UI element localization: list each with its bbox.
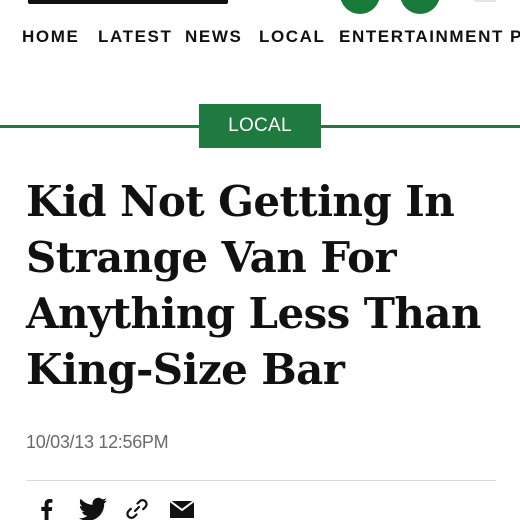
nav-item-home[interactable]: HOME [22, 27, 79, 47]
facebook-icon[interactable] [34, 496, 60, 520]
site-logo[interactable] [28, 0, 228, 4]
menu-icon[interactable] [474, 0, 496, 2]
nav-item-latest[interactable]: LATEST [98, 27, 172, 47]
headline-line: Strange Van For [26, 233, 397, 282]
nav-item-local[interactable]: LOCAL [259, 27, 326, 47]
link-icon[interactable] [124, 496, 150, 520]
header-circle-button[interactable] [340, 0, 380, 14]
headline-line: King-Size Bar [26, 345, 345, 394]
nav-item-news[interactable]: NEWS [185, 27, 242, 47]
twitter-icon[interactable] [78, 496, 108, 520]
main-nav: HOME LATEST NEWS LOCAL ENTERTAINMENT P [0, 24, 520, 52]
header-circle-button[interactable] [400, 0, 440, 14]
email-icon[interactable] [168, 496, 196, 520]
article-headline: Kid Not Getting In Strange Van For Anyth… [26, 174, 506, 398]
publish-date: 10/03/13 12:56PM [26, 432, 169, 452]
nav-item-entertainment[interactable]: ENTERTAINMENT [339, 27, 504, 47]
top-header [0, 0, 520, 16]
headline-line: Kid Not Getting In [26, 177, 455, 226]
headline-line: Anything Less Than [26, 289, 481, 338]
nav-item-partial[interactable]: P [510, 27, 520, 47]
section-label[interactable]: LOCAL [199, 104, 321, 148]
divider [26, 480, 496, 481]
